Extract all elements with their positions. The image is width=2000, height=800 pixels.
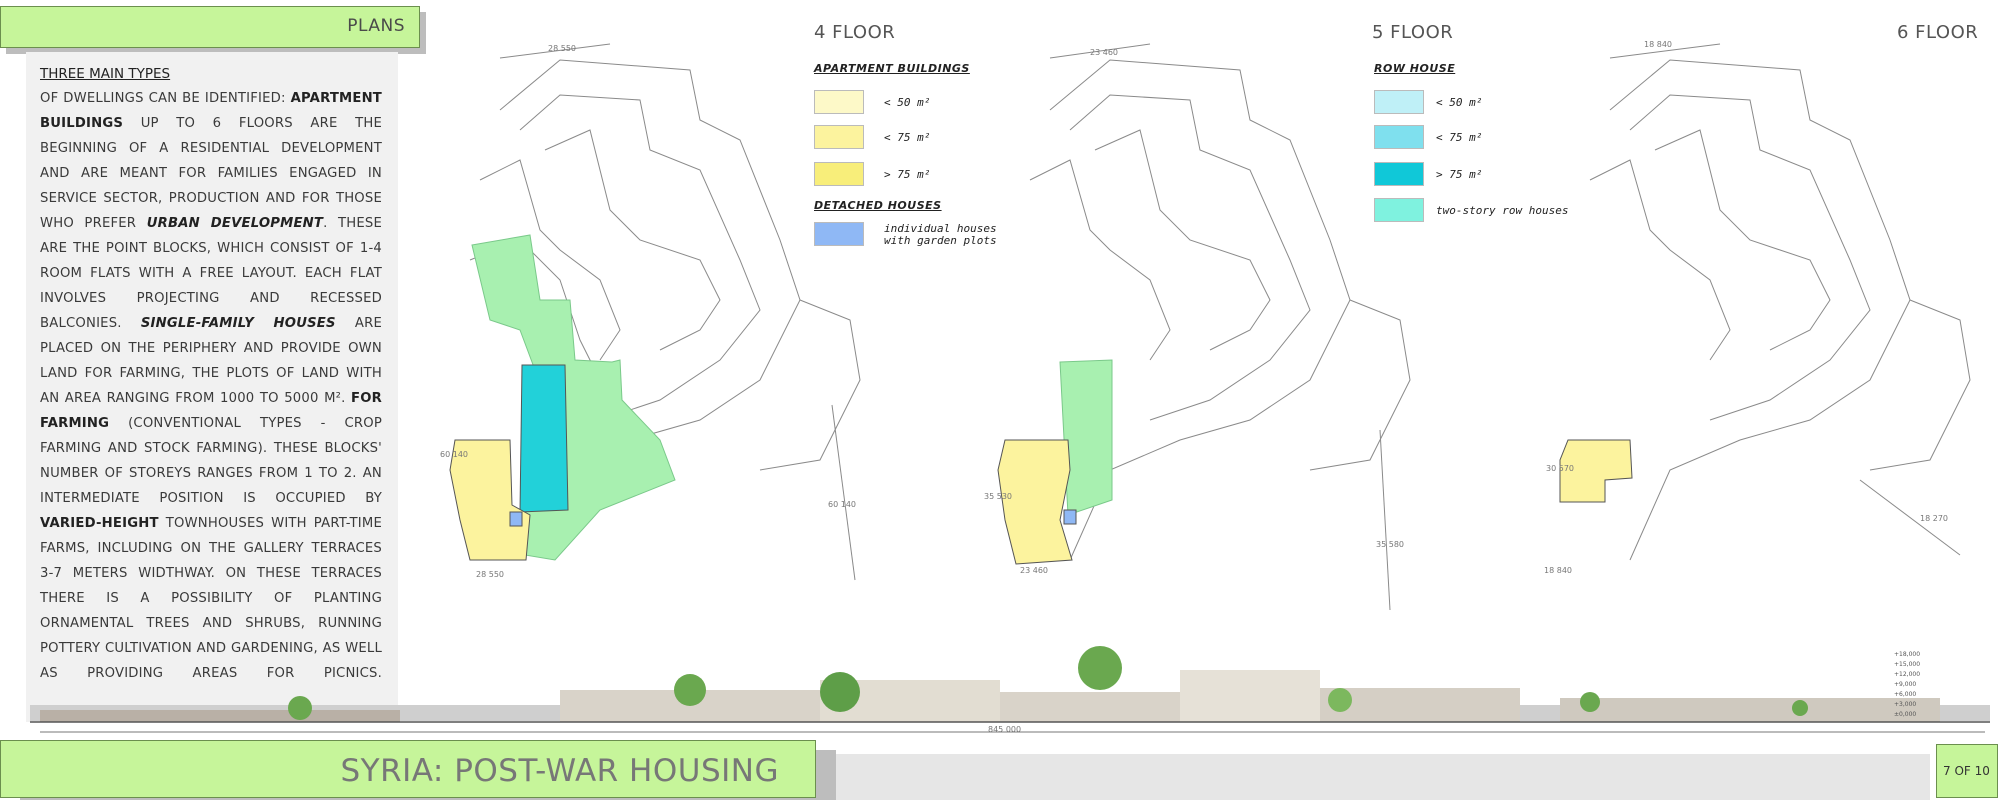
page-number-box: 7 OF 10 xyxy=(1936,744,1998,798)
floor-4-row-houses xyxy=(519,364,569,513)
floor-4-detached xyxy=(509,511,523,527)
f4-right-dimension: 60 140 xyxy=(828,500,856,509)
level-2: +12,000 xyxy=(1894,671,1921,678)
f6-top-dimension: 18 840 xyxy=(1644,40,1672,49)
level-6: ±0,000 xyxy=(1894,711,1917,718)
f5-right-dimension: 35 580 xyxy=(1376,540,1404,549)
f4-side-dimension: 60 140 xyxy=(440,450,468,459)
f5-side-dimension: 35 530 xyxy=(984,492,1012,501)
f6-side-dimension: 30 570 xyxy=(1546,464,1574,473)
section-skyline xyxy=(30,646,1990,733)
f6-right-dimension: 18 270 xyxy=(1920,514,1948,523)
f4-top-dimension: 28 550 xyxy=(548,44,576,53)
level-4: +6,000 xyxy=(1894,691,1917,698)
level-1: +15,000 xyxy=(1894,661,1921,668)
level-5: +3,000 xyxy=(1894,701,1917,708)
f4-bottom-dimension: 28 550 xyxy=(476,570,504,579)
level-3: +9,000 xyxy=(1894,681,1917,688)
site-plans-drawing xyxy=(30,43,1990,733)
footer-band xyxy=(780,754,1930,800)
f6-bottom-dimension: 18 840 xyxy=(1544,566,1572,575)
floor-5-detached xyxy=(1063,509,1077,525)
floor-6-outline xyxy=(1589,43,1971,561)
floor-5-apartments xyxy=(997,439,1073,565)
page-number: 7 OF 10 xyxy=(1943,764,1990,778)
f5-top-dimension: 23 460 xyxy=(1090,48,1118,57)
f5-bottom-dimension: 23 460 xyxy=(1020,566,1048,575)
level-0: +18,000 xyxy=(1894,651,1921,658)
title-box: SYRIA: POST-WAR HOUSING xyxy=(0,740,816,798)
floor-5-outline xyxy=(1029,43,1411,611)
floor-5-green-area xyxy=(1059,359,1113,516)
section-length: 845 000 xyxy=(988,725,1022,734)
page-title: SYRIA: POST-WAR HOUSING xyxy=(340,753,779,789)
